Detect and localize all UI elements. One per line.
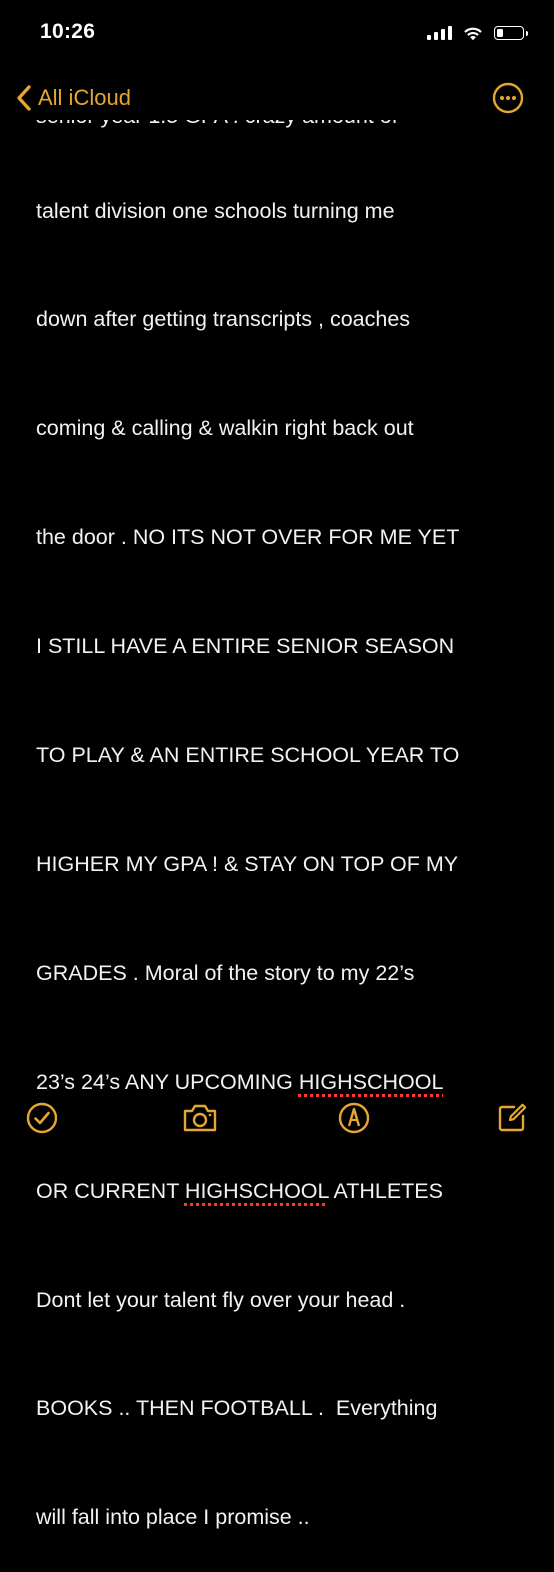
bottom-toolbar — [0, 1096, 554, 1140]
note-line: down after getting transcripts , coaches — [36, 307, 411, 332]
nav-bar: All iCloud — [0, 80, 554, 116]
more-icon — [492, 82, 524, 114]
note-line: OR CURRENT HIGHSCHOOL ATHLETES — [36, 1178, 443, 1203]
status-bar: 10:26 — [0, 0, 554, 68]
note-line: will fall into place I promise .. — [36, 1505, 310, 1530]
note-line: HIGHER MY GPA ! & STAY ON TOP OF MY — [36, 851, 459, 876]
markup-button[interactable] — [336, 1100, 372, 1136]
note-line: 23’s 24’s ANY UPCOMING HIGHSCHOOL — [36, 1069, 444, 1094]
status-icons — [427, 24, 528, 42]
note-line: the door . NO ITS NOT OVER FOR ME YET — [36, 525, 460, 550]
note-line: GRADES . Moral of the story to my 22’s — [36, 960, 415, 985]
back-button[interactable]: All iCloud — [10, 80, 131, 116]
compose-icon — [498, 1103, 527, 1132]
note-line: talent division one schools turning me — [36, 198, 395, 223]
checklist-icon — [26, 1102, 58, 1134]
chevron-left-icon — [10, 83, 38, 113]
note-line: Dont let your talent fly over your head … — [36, 1287, 406, 1312]
note-line: BOOKS .. THEN FOOTBALL . Everything — [36, 1396, 438, 1421]
battery-icon — [494, 26, 528, 40]
checklist-button[interactable] — [24, 1100, 60, 1136]
note-line: coming & calling & walkin right back out — [36, 416, 414, 441]
back-label: All iCloud — [38, 85, 131, 110]
markup-icon — [338, 1102, 370, 1134]
misspelled-word[interactable]: HIGHSCHOOL — [299, 1070, 444, 1094]
camera-icon — [183, 1104, 217, 1132]
note-line: I STILL HAVE A ENTIRE SENIOR SEASON — [36, 634, 455, 659]
note-body[interactable]: talent division one schools turning me d… — [36, 120, 536, 1572]
wifi-icon — [464, 27, 482, 41]
signal-icon — [427, 26, 452, 40]
more-button[interactable] — [492, 82, 524, 114]
note-line: TO PLAY & AN ENTIRE SCHOOL YEAR TO — [36, 743, 460, 768]
status-time: 10:26 — [40, 20, 96, 43]
compose-button[interactable] — [494, 1100, 530, 1136]
camera-button[interactable] — [180, 1100, 220, 1136]
